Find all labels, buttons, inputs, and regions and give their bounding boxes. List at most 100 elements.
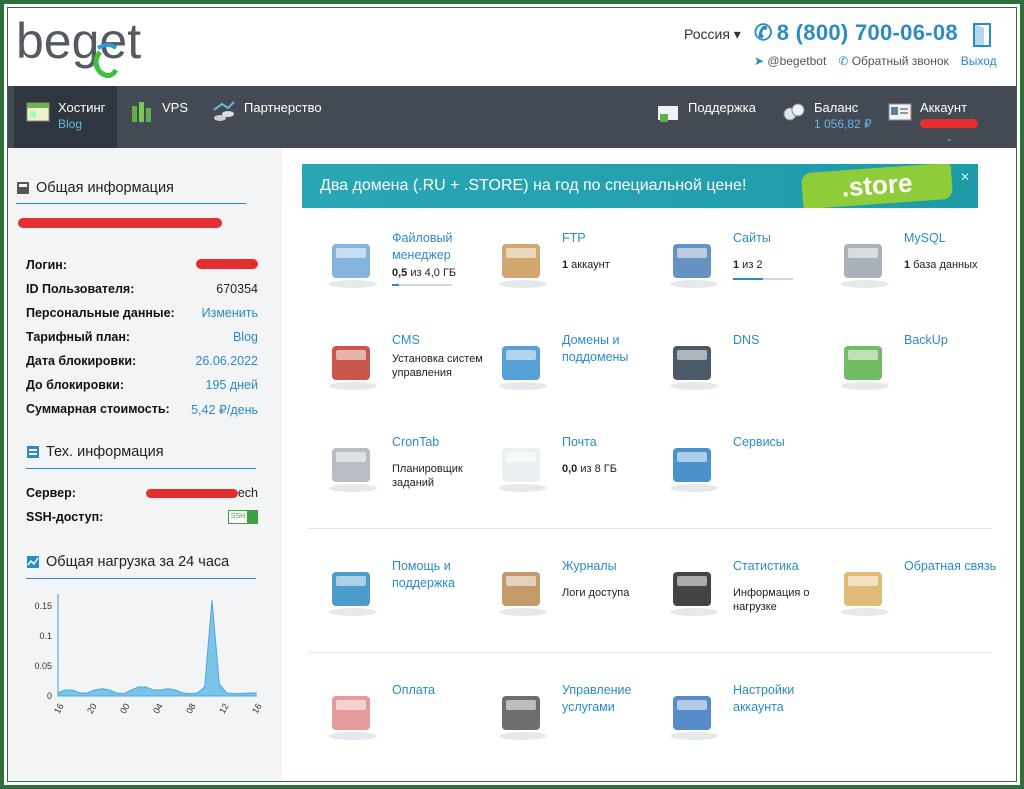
tile-title[interactable]: Сайты (733, 230, 833, 247)
logo-text: beget (16, 13, 141, 69)
x-tick-label: 20 (85, 702, 99, 716)
service-tile[interactable]: Обратная связь (834, 558, 1004, 648)
info-label: Персональные данные: (26, 306, 175, 320)
load-heading: Общая нагрузка за 24 часа (26, 554, 229, 570)
service-tile[interactable]: Сайты 1 из 2 (663, 230, 833, 320)
telegram-link[interactable]: ➤ @begetbot (754, 54, 826, 68)
usage-bar-fill (392, 284, 400, 286)
usage-bar-fill (733, 278, 763, 280)
y-tick-label: 0.05 (34, 661, 52, 671)
callback-link[interactable]: ✆ Обратный звонок (838, 54, 948, 68)
info-row: До блокировки: 195 дней (26, 378, 258, 392)
exit-link[interactable]: Выход (961, 54, 997, 68)
service-tile[interactable]: MySQL 1 база данных (834, 230, 1004, 320)
promo-banner[interactable]: Два домена (.RU + .STORE) на год по спец… (302, 164, 978, 208)
nav-partner-label: Партнерство (244, 100, 322, 115)
tile-title[interactable]: CronTab (392, 434, 492, 451)
server-icon (27, 446, 39, 458)
tile-title[interactable]: Настройки аккаунта (733, 682, 833, 716)
info-value: 5,42 ₽/день (191, 403, 258, 417)
service-tile[interactable]: Управление услугами (492, 682, 662, 772)
tile-description: 0,0 из 8 ГБ (562, 463, 617, 475)
ftp-icon (499, 244, 547, 288)
nav-partner[interactable]: Партнерство (212, 86, 322, 148)
exit-door-icon[interactable] (972, 22, 992, 48)
payment-icon (329, 696, 377, 740)
header: beget Россия ▾ ✆ 8 (800) 700-06-08 ➤ @beg… (8, 8, 1016, 86)
nav-balance[interactable]: Баланс 1 056,82 ₽ (782, 86, 872, 148)
service-tile[interactable]: BackUp (834, 332, 1004, 422)
tile-title[interactable]: Оплата (392, 682, 492, 699)
redacted-general (18, 218, 222, 228)
telegram-icon: ➤ (754, 54, 765, 68)
banner-text: Два домена (.RU + .STORE) на год по спец… (320, 177, 747, 194)
tile-title[interactable]: Домены и поддомены (562, 332, 662, 366)
tile-title[interactable]: BackUp (904, 332, 1004, 349)
info-value: 195 дней (205, 378, 258, 392)
tile-title[interactable]: CMS (392, 332, 492, 349)
tile-title[interactable]: Управление услугами (562, 682, 662, 716)
tile-count: 0,5 (392, 267, 408, 279)
service-tile[interactable]: Статистика Информация о нагрузке (663, 558, 833, 648)
callback-phone-icon: ✆ (838, 54, 849, 68)
service-tile[interactable]: Журналы Логи доступа (492, 558, 662, 648)
nav-support[interactable]: Поддержка (656, 86, 756, 148)
tile-title[interactable]: Файловый менеджер (392, 230, 492, 264)
tile-title[interactable]: MySQL (904, 230, 1004, 247)
tile-title[interactable]: Сервисы (733, 434, 833, 451)
banner-close-icon[interactable]: ✕ (960, 170, 970, 184)
ssh-label: SSH-доступ: (26, 510, 104, 524)
tile-title[interactable]: Журналы (562, 558, 662, 575)
tile-title[interactable]: Помощь и поддержка (392, 558, 492, 592)
service-tile[interactable]: FTP 1 аккаунт (492, 230, 662, 320)
tile-title[interactable]: Статистика (733, 558, 833, 575)
info-value[interactable]: Изменить (202, 306, 258, 320)
stats-icon (670, 572, 718, 616)
usage-bar (733, 278, 793, 280)
tile-title[interactable]: Обратная связь (904, 558, 1004, 575)
tile-description: 1 аккаунт (562, 259, 610, 271)
service-tile[interactable]: CronTab Планировщик заданий (322, 434, 492, 524)
nav-hosting[interactable]: Хостинг Blog (14, 86, 117, 148)
tile-description: 1 база данных (904, 259, 978, 271)
redacted-server (145, 489, 238, 499)
phone-number[interactable]: ✆ 8 (800) 700-06-08 (754, 20, 958, 46)
ssh-row: SSH-доступ: SSH (26, 510, 258, 524)
nav-vps[interactable]: VPS (130, 86, 188, 148)
y-tick-label: 0.1 (39, 631, 52, 641)
service-tile[interactable]: Почта 0,0 из 8 ГБ (492, 434, 662, 524)
service-tile[interactable]: Сервисы (663, 434, 833, 524)
service-tile[interactable]: Оплата (322, 682, 492, 772)
tile-title[interactable]: DNS (733, 332, 833, 349)
tech-info-heading: Тех. информация (26, 444, 164, 460)
tile-title[interactable]: Почта (562, 434, 662, 451)
beget-logo[interactable]: beget (14, 12, 164, 82)
redacted-login (196, 259, 258, 269)
cms-icon (329, 346, 377, 390)
dns-icon (670, 346, 718, 390)
info-label: ID Пользователя: (26, 282, 135, 296)
x-tick-label: 12 (217, 702, 231, 716)
backup-icon (841, 346, 889, 390)
info-value: 670354 (216, 282, 258, 296)
service-tile[interactable]: Файловый менеджер 0,5 из 4,0 ГБ (322, 230, 492, 320)
region-selector[interactable]: Россия ▾ (684, 26, 741, 43)
service-tile[interactable]: Настройки аккаунта (663, 682, 833, 772)
ssh-toggle[interactable]: SSH (228, 510, 258, 524)
service-tile[interactable]: DNS (663, 332, 833, 422)
tile-count: 1 (904, 259, 911, 271)
account-chevron-icon[interactable]: ⌄ (920, 133, 978, 144)
account-card-icon (888, 103, 912, 121)
sidebar: Общая информация Логин: ID Пользователя: 6… (8, 148, 282, 782)
tile-title[interactable]: FTP (562, 230, 662, 247)
general-info-underline (16, 203, 246, 204)
support-icon (658, 106, 678, 122)
nav-account[interactable]: Аккаунт ⌄ (888, 86, 978, 148)
service-tile[interactable]: CMS Установка систем управления (322, 332, 492, 422)
service-tile[interactable]: Домены и поддомены (492, 332, 662, 422)
tech-info-underline (26, 468, 256, 469)
x-tick-label: 08 (184, 702, 198, 716)
info-row: ID Пользователя: 670354 (26, 282, 258, 296)
vps-icon (132, 102, 151, 122)
service-tile[interactable]: Помощь и поддержка (322, 558, 492, 648)
